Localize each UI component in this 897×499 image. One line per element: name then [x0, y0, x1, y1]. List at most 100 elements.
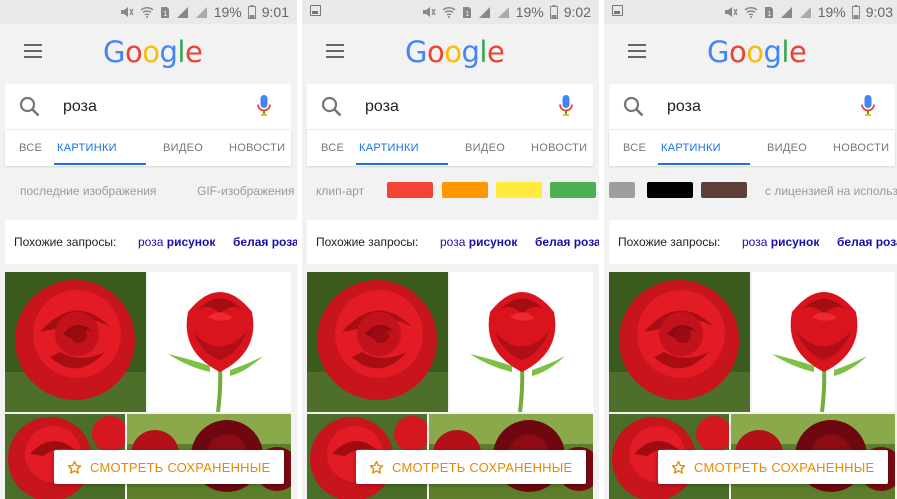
view-saved-button[interactable]: СМОТРЕТЬ СОХРАНЕННЫЕ [54, 450, 284, 484]
search-tabs: ВСЕ КАРТИНКИ ВИДЕО НОВОСТИ [307, 129, 593, 166]
tab-all[interactable]: ВСЕ [321, 130, 344, 166]
signal-icon [497, 6, 509, 18]
image-result[interactable] [450, 272, 593, 412]
related-searches: Похожие запросы: роза рисунок белая роза [307, 220, 599, 264]
search-box[interactable]: роза [307, 84, 593, 129]
related-label: Похожие запросы: [618, 235, 721, 249]
tab-images[interactable]: КАРТИНКИ [661, 130, 721, 166]
related-link[interactable]: белая роза [233, 235, 297, 249]
filter-chip[interactable]: клип-арт [316, 184, 364, 198]
wifi-icon [140, 6, 154, 18]
related-link[interactable]: белая роза [535, 235, 599, 249]
logo-letter: o [426, 35, 445, 69]
tab-video[interactable]: ВИДЕО [767, 130, 807, 166]
color-filter-chip[interactable] [442, 182, 488, 198]
status-bar: 1 19% 9:02 [302, 0, 599, 24]
search-input[interactable]: роза [667, 98, 701, 116]
view-saved-button[interactable]: СМОТРЕТЬ СОХРАНЕННЫЕ [658, 450, 888, 484]
logo-letter: G [707, 35, 729, 69]
logo-letter: g [159, 35, 178, 69]
logo-letter: e [486, 35, 505, 69]
mic-icon[interactable] [861, 95, 875, 117]
logo-letter: G [103, 35, 125, 69]
related-label: Похожие запросы: [316, 235, 419, 249]
tab-video[interactable]: ВИДЕО [163, 130, 203, 166]
sim-card-icon: 1 [764, 6, 773, 18]
search-box[interactable]: роза [5, 84, 291, 129]
related-link[interactable]: белая роза [837, 235, 897, 249]
menu-icon[interactable] [628, 44, 646, 58]
view-saved-button[interactable]: СМОТРЕТЬ СОХРАНЕННЫЕ [356, 450, 586, 484]
signal-icon [176, 6, 188, 18]
image-result[interactable] [148, 272, 291, 412]
filter-chip[interactable]: с лицензией на использование [765, 184, 897, 198]
battery-percent: 19% [515, 4, 544, 20]
image-result[interactable] [752, 272, 895, 412]
mic-icon[interactable] [559, 95, 573, 117]
active-tab-indicator [54, 163, 146, 165]
tab-images[interactable]: КАРТИНКИ [57, 130, 117, 166]
battery-icon [851, 5, 860, 19]
color-filter-chip[interactable] [701, 182, 747, 198]
tab-news[interactable]: НОВОСТИ [531, 130, 587, 166]
tab-video[interactable]: ВИДЕО [465, 130, 505, 166]
image-result[interactable] [609, 272, 750, 412]
logo-letter: g [461, 35, 480, 69]
tab-images[interactable]: КАРТИНКИ [359, 130, 419, 166]
star-icon [369, 460, 384, 474]
related-link[interactable]: роза рисунок [138, 235, 215, 249]
rose-image [752, 272, 895, 412]
filter-chips: последние изображения GIF-изображения [5, 172, 297, 210]
image-notification-icon [612, 5, 623, 16]
image-result[interactable] [5, 272, 146, 412]
phone-screen: 1 19% 9:02 Google роза ВСЕ КАРТИНКИ ВИДЕ… [302, 0, 599, 499]
sim-card-icon: 1 [160, 6, 169, 18]
search-box[interactable]: роза [609, 84, 895, 129]
search-icon[interactable] [321, 96, 343, 118]
search-input[interactable]: роза [365, 98, 399, 116]
related-searches: Похожие запросы: роза рисунок белая роза [609, 220, 897, 264]
menu-icon[interactable] [24, 44, 42, 58]
image-notification-icon [310, 5, 321, 16]
status-bar: 1 19% 9:01 [0, 0, 297, 24]
search-icon[interactable] [19, 96, 41, 118]
image-result[interactable] [307, 272, 448, 412]
battery-icon [549, 5, 558, 19]
google-logo: Google [405, 34, 505, 70]
logo-letter: o [124, 35, 143, 69]
logo-letter: l [781, 35, 789, 69]
color-filter-chip[interactable] [609, 182, 635, 198]
logo-letter: l [479, 35, 487, 69]
mute-icon [422, 7, 436, 17]
view-saved-label: СМОТРЕТЬ СОХРАНЕННЫЕ [694, 459, 875, 475]
signal-icon [780, 6, 792, 18]
wifi-icon [744, 6, 758, 18]
rose-image [148, 272, 291, 412]
star-icon [67, 460, 82, 474]
filter-chip[interactable]: последние изображения [20, 184, 156, 198]
rose-image [307, 272, 448, 412]
tab-all[interactable]: ВСЕ [623, 130, 646, 166]
tab-all[interactable]: ВСЕ [19, 130, 42, 166]
color-filter-chip[interactable] [550, 182, 596, 198]
rose-image [609, 272, 750, 412]
mic-icon[interactable] [257, 95, 271, 117]
sim-card-icon: 1 [462, 6, 471, 18]
tab-news[interactable]: НОВОСТИ [833, 130, 889, 166]
status-icons: 1 19% 9:03 [724, 3, 893, 21]
color-filter-chip[interactable] [387, 182, 433, 198]
battery-percent: 19% [213, 4, 242, 20]
related-link[interactable]: роза рисунок [742, 235, 819, 249]
tab-news[interactable]: НОВОСТИ [229, 130, 285, 166]
svg-text:1: 1 [767, 10, 771, 18]
color-filter-chip[interactable] [496, 182, 542, 198]
phone-screen: 1 19% 9:01 Google роза ВСЕ КАРТИНКИ ВИДЕ… [0, 0, 297, 499]
battery-icon [247, 5, 256, 19]
search-icon[interactable] [623, 96, 645, 118]
logo-letter: g [763, 35, 782, 69]
color-filter-chip[interactable] [647, 182, 693, 198]
related-link[interactable]: роза рисунок [440, 235, 517, 249]
search-input[interactable]: роза [63, 98, 97, 116]
filter-chip[interactable]: GIF-изображения [197, 184, 295, 198]
menu-icon[interactable] [326, 44, 344, 58]
